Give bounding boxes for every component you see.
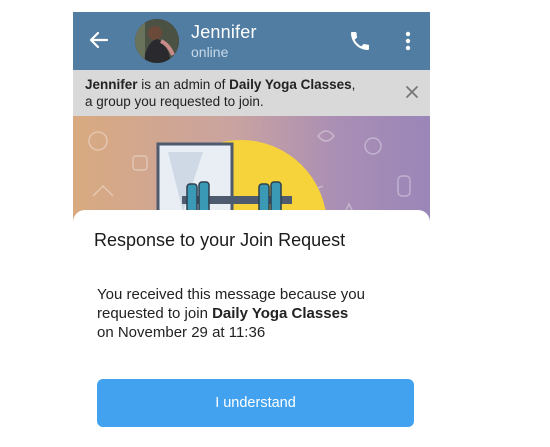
banner-text-middle: is an admin of [137, 77, 230, 92]
chat-header: Jennifer online [73, 12, 430, 70]
contact-name[interactable]: Jennifer [191, 22, 257, 43]
dialog-line-2: requested to join Daily Yoga Classes [97, 304, 397, 323]
banner-close-button[interactable] [404, 84, 420, 100]
banner-admin-name: Jennifer [85, 77, 138, 92]
arrow-left-icon [89, 31, 109, 49]
banner-line-2: a group you requested to join. [85, 94, 264, 109]
dialog-group-name: Daily Yoga Classes [212, 305, 349, 322]
admin-banner: Jennifer is an admin of Daily Yoga Class… [73, 70, 430, 116]
dialog-body: You received this message because you re… [97, 285, 397, 342]
back-button[interactable] [87, 28, 111, 52]
dialog-line-3: on November 29 at 11:36 [97, 324, 266, 341]
more-button[interactable] [400, 29, 416, 53]
avatar[interactable] [135, 19, 179, 63]
dialog-line-2-prefix: requested to join [97, 305, 213, 322]
banner-line-1: Jennifer is an admin of Daily Yoga Class… [85, 76, 395, 93]
dialog-line-1: You received this message because you [97, 286, 365, 303]
phone-screen: Jennifer online Jennifer is an admin of … [73, 12, 430, 447]
contact-status: online [191, 44, 229, 60]
banner-text: Jennifer is an admin of Daily Yoga Class… [85, 76, 395, 110]
more-vertical-icon [405, 31, 411, 51]
dialog-title: Response to your Join Request [94, 230, 346, 250]
phone-icon [351, 32, 369, 50]
call-button[interactable] [348, 29, 372, 53]
banner-group-name: Daily Yoga Classes [229, 77, 352, 92]
banner-text-end: , [351, 77, 356, 92]
close-icon [406, 86, 418, 98]
i-understand-button[interactable]: I understand [97, 379, 414, 427]
avatar-photo [135, 19, 179, 63]
